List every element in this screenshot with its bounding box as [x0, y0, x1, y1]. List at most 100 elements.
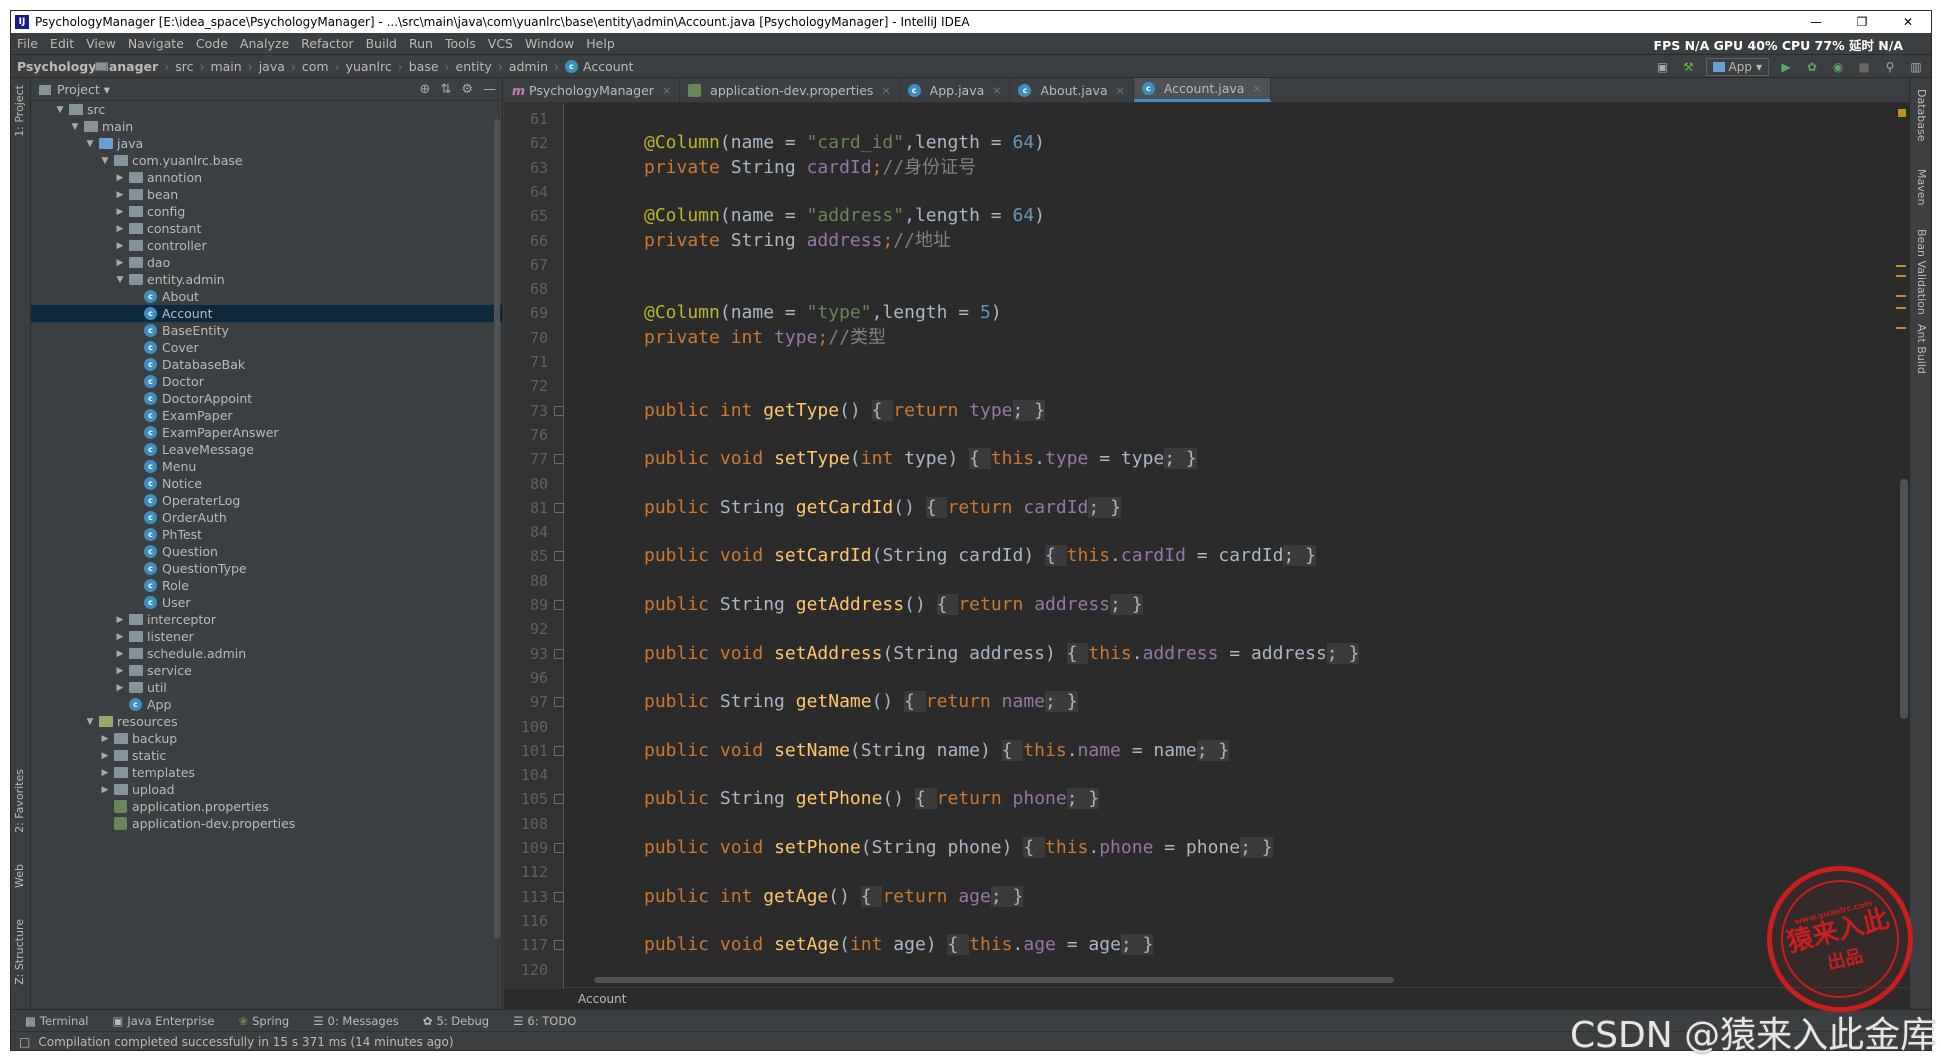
tree-item[interactable]: ▶ config [31, 203, 502, 220]
chevron-right-icon[interactable]: ▶ [114, 190, 126, 200]
chevron-right-icon[interactable]: ▶ [114, 632, 126, 642]
close-tab-icon[interactable]: × [662, 84, 671, 97]
code-editor[interactable]: @Column(name = "card_id",length = 64) pri… [504, 103, 1894, 989]
locate-icon[interactable]: ⊕ [420, 82, 431, 97]
tab-bean-validation-tool[interactable]: Bean Validation [1915, 229, 1928, 315]
tree-item[interactable]: ▶ backup [31, 730, 502, 747]
tree-item[interactable]: ▶ listener [31, 628, 502, 645]
chevron-right-icon[interactable]: ▶ [114, 224, 126, 234]
tree-item[interactable]: ▶ dao [31, 254, 502, 271]
restore-icon[interactable]: ❐ [1839, 11, 1885, 33]
tree-item[interactable]: c Question [31, 543, 502, 560]
tree-item[interactable]: c QuestionType [31, 560, 502, 577]
hide-icon[interactable]: — [483, 82, 496, 97]
tab-terminal[interactable]: ▩ Terminal [11, 1014, 98, 1028]
code-line[interactable]: public void setAddress(String address) {… [644, 642, 1360, 666]
menu-analyze[interactable]: Analyze [234, 36, 295, 51]
coverage-icon[interactable]: ◉ [1829, 59, 1847, 75]
tree-item[interactable]: ▼ src [31, 101, 502, 118]
error-stripe-marker[interactable] [1896, 295, 1906, 297]
chevron-right-icon[interactable]: ▶ [114, 207, 126, 217]
tree-scrollbar[interactable] [494, 119, 500, 939]
tree-item[interactable]: c User [31, 594, 502, 611]
menu-tools[interactable]: Tools [439, 36, 482, 51]
menu-refactor[interactable]: Refactor [295, 36, 359, 51]
tree-item[interactable]: ▶ util [31, 679, 502, 696]
chevron-right-icon[interactable]: ▶ [114, 615, 126, 625]
tree-item[interactable]: ▶ service [31, 662, 502, 679]
code-line[interactable]: private String cardId;//身份证号 [644, 156, 976, 180]
code-line[interactable]: public void setCardId(String cardId) { t… [644, 544, 1316, 568]
menu-edit[interactable]: Edit [44, 36, 80, 51]
tree-item[interactable]: c Role [31, 577, 502, 594]
tree-item[interactable]: ▶ annotion [31, 169, 502, 186]
breadcrumb-item[interactable]: c Account [559, 59, 633, 74]
tree-item[interactable]: c ExamPaperAnswer [31, 424, 502, 441]
code-line[interactable]: private int type;//类型 [644, 326, 886, 350]
tree-item[interactable]: c PhTest [31, 526, 502, 543]
tab-todo[interactable]: ☰ 6: TODO [499, 1014, 586, 1028]
editor-tab[interactable]: c App.java × [900, 78, 1011, 102]
tree-item[interactable]: c DoctorAppoint [31, 390, 502, 407]
error-stripe-marker[interactable] [1896, 307, 1906, 309]
chevron-right-icon[interactable]: ▶ [99, 768, 111, 778]
run-configuration-select[interactable]: App ▾ [1705, 58, 1769, 76]
tree-item[interactable]: ▶ schedule.admin [31, 645, 502, 662]
tree-item[interactable]: c App [31, 696, 502, 713]
tree-item[interactable]: c Account [31, 305, 502, 322]
stop-icon[interactable]: ■ [1855, 59, 1873, 75]
chevron-down-icon[interactable]: ▼ [84, 139, 96, 149]
menu-run[interactable]: Run [403, 36, 439, 51]
layout-icon[interactable]: ▣ [1654, 59, 1672, 75]
code-line[interactable]: public void setPhone(String phone) { thi… [644, 836, 1273, 860]
tree-item[interactable]: c About [31, 288, 502, 305]
tree-item[interactable]: ▼ resources [31, 713, 502, 730]
menu-help[interactable]: Help [580, 36, 621, 51]
breadcrumb-item[interactable]: PsychologyManager › [11, 59, 169, 74]
code-line[interactable]: public String getCardId() { return cardI… [644, 496, 1121, 520]
breadcrumb-item[interactable]: entity › [95, 59, 503, 74]
search-icon[interactable]: ⚲ [1881, 59, 1899, 75]
tree-item[interactable]: c Notice [31, 475, 502, 492]
minimize-icon[interactable]: — [1793, 11, 1839, 33]
debug-icon[interactable]: ✿ [1803, 59, 1821, 75]
breadcrumb-item[interactable]: src › [95, 59, 204, 74]
chevron-down-icon[interactable]: ▼ [84, 717, 96, 727]
chevron-down-icon[interactable]: ▼ [54, 105, 66, 115]
chevron-right-icon[interactable]: ▶ [114, 666, 126, 676]
tab-java-enterprise[interactable]: ▣ Java Enterprise [98, 1014, 224, 1028]
close-icon[interactable]: ✕ [1885, 11, 1931, 33]
chevron-right-icon[interactable]: ▶ [114, 241, 126, 251]
tab-web-tool[interactable]: Web [13, 864, 26, 888]
code-line[interactable]: @Column(name = "type",length = 5) [644, 301, 1002, 325]
code-line[interactable]: public String getAddress() { return addr… [644, 593, 1143, 617]
breadcrumb-item[interactable]: base › [95, 59, 450, 74]
editor-breadcrumb-item[interactable]: Account [578, 992, 626, 1006]
tree-item[interactable]: ▶ static [31, 747, 502, 764]
error-stripe-marker[interactable] [1896, 275, 1906, 277]
editor-scrollbar[interactable] [1900, 479, 1908, 719]
close-tab-icon[interactable]: × [881, 84, 890, 97]
tree-item[interactable]: application.properties [31, 798, 502, 815]
tree-item[interactable]: c DatabaseBak [31, 356, 502, 373]
tab-favorites-tool[interactable]: 2: Favorites [13, 769, 26, 833]
tree-item[interactable]: c OrderAuth [31, 509, 502, 526]
close-tab-icon[interactable]: × [1252, 82, 1261, 95]
tree-item[interactable]: ▼ entity.admin [31, 271, 502, 288]
tree-item[interactable]: c Menu [31, 458, 502, 475]
tree-item[interactable]: application-dev.properties [31, 815, 502, 832]
tab-debug[interactable]: ✿ 5: Debug [409, 1014, 499, 1028]
code-line[interactable]: private String address;//地址 [644, 229, 951, 253]
collapse-icon[interactable]: ⇅ [440, 82, 451, 97]
code-line[interactable]: public void setType(int type) { this.typ… [644, 447, 1197, 471]
code-line[interactable]: public void setAge(int age) { this.age =… [644, 933, 1154, 957]
panel-icon[interactable]: ▥ [1907, 59, 1925, 75]
tree-item[interactable]: ▼ java [31, 135, 502, 152]
editor-tab[interactable]: c Account.java × [1133, 78, 1271, 102]
project-view-select[interactable]: Project [57, 82, 100, 97]
code-line[interactable]: public void setName(String name) { this.… [644, 739, 1230, 763]
gear-icon[interactable]: ⚙ [461, 82, 473, 97]
menu-file[interactable]: File [11, 36, 44, 51]
code-line[interactable]: @Column(name = "card_id",length = 64) [644, 131, 1045, 155]
tree-item[interactable]: c Doctor [31, 373, 502, 390]
